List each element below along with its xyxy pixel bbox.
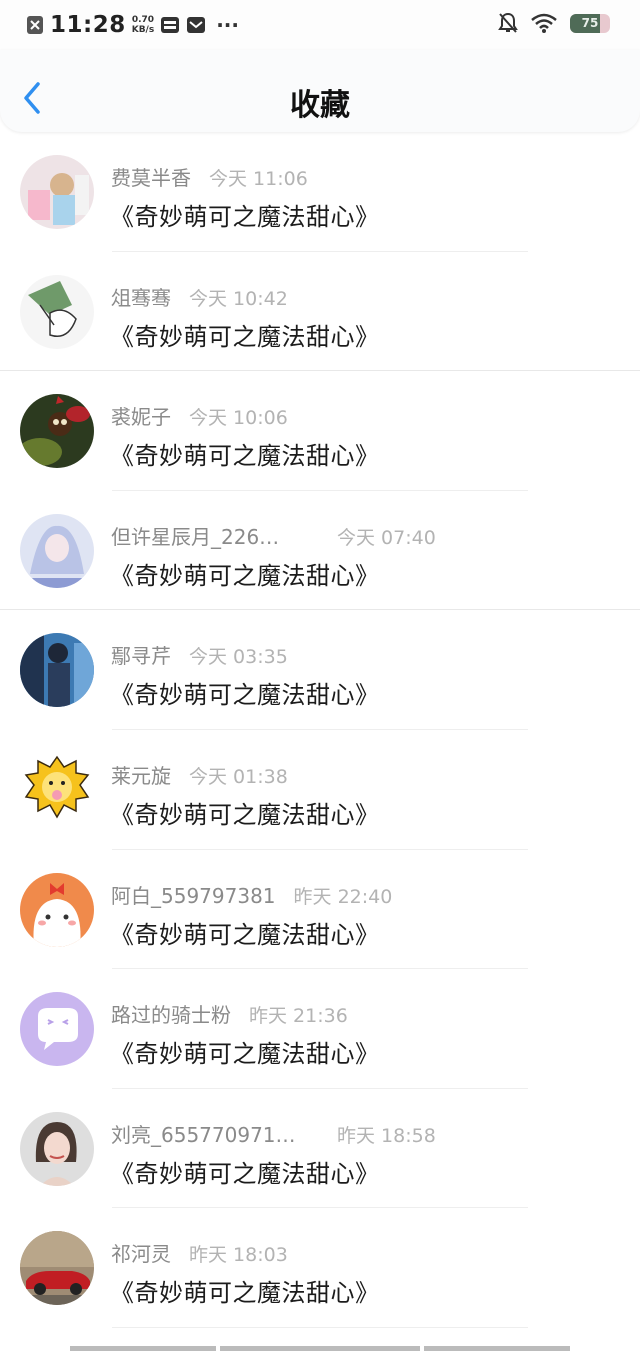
work-title[interactable]: 《奇妙萌可之魔法甜心》 bbox=[110, 1273, 380, 1308]
item-meta: 鄢寻芹 今天 03:35 bbox=[111, 640, 288, 669]
item-meta: 莱元旋 今天 01:38 bbox=[111, 760, 288, 789]
page-title: 收藏 bbox=[290, 88, 350, 123]
list-item[interactable]: 裘妮子 今天 10:06 《奇妙萌可之魔法甜心》 bbox=[0, 371, 640, 491]
item-meta: 但许星辰月_226… 今天 07:40 bbox=[111, 521, 436, 550]
timestamp: 昨天 18:03 bbox=[189, 1244, 288, 1267]
list-item[interactable]: 但许星辰月_226… 今天 07:40 《奇妙萌可之魔法甜心》 bbox=[0, 491, 640, 611]
more-notifications-icon: ··· bbox=[216, 13, 239, 37]
bell-muted-icon bbox=[498, 12, 518, 33]
status-left: 11:28 0.70 KB/s ··· bbox=[26, 12, 239, 38]
avatar[interactable] bbox=[20, 872, 94, 947]
scroll-indicator-segment bbox=[220, 1346, 420, 1351]
item-meta: 俎骞骞 今天 10:42 bbox=[111, 282, 288, 311]
favorites-list: 费莫半香 今天 11:06 《奇妙萌可之魔法甜心》 俎骞骞 今天 10:42 《… bbox=[0, 132, 640, 1328]
close-notification-icon bbox=[27, 16, 43, 34]
list-item[interactable]: 路过的骑士粉 昨天 21:36 《奇妙萌可之魔法甜心》 bbox=[0, 969, 640, 1089]
list-item[interactable]: 阿白_559797381 昨天 22:40 《奇妙萌可之魔法甜心》 bbox=[0, 850, 640, 970]
status-right: 75 bbox=[498, 12, 610, 34]
timestamp: 今天 07:40 bbox=[337, 526, 436, 549]
clock: 11:28 bbox=[50, 12, 126, 38]
work-title[interactable]: 《奇妙萌可之魔法甜心》 bbox=[110, 1034, 380, 1069]
list-item[interactable]: 刘亮_655770971… 昨天 18:58 《奇妙萌可之魔法甜心》 bbox=[0, 1089, 640, 1209]
timestamp: 昨天 21:36 bbox=[249, 1005, 348, 1028]
user-name[interactable]: 俎骞骞 bbox=[111, 282, 171, 311]
work-title[interactable]: 《奇妙萌可之魔法甜心》 bbox=[110, 675, 380, 710]
work-title[interactable]: 《奇妙萌可之魔法甜心》 bbox=[110, 915, 380, 950]
work-title[interactable]: 《奇妙萌可之魔法甜心》 bbox=[110, 197, 380, 232]
status-bar: 11:28 0.70 KB/s ··· 75 bbox=[0, 0, 640, 50]
work-title[interactable]: 《奇妙萌可之魔法甜心》 bbox=[110, 1154, 380, 1189]
list-item[interactable]: 鄢寻芹 今天 03:35 《奇妙萌可之魔法甜心》 bbox=[0, 610, 640, 730]
scroll-indicator-segment bbox=[424, 1346, 570, 1351]
item-meta: 裘妮子 今天 10:06 bbox=[111, 401, 288, 430]
timestamp: 昨天 22:40 bbox=[293, 885, 393, 908]
user-name[interactable]: 但许星辰月_226… bbox=[111, 521, 319, 550]
work-title[interactable]: 《奇妙萌可之魔法甜心》 bbox=[110, 795, 380, 830]
list-item[interactable]: 费莫半香 今天 11:06 《奇妙萌可之魔法甜心》 bbox=[0, 132, 640, 252]
item-meta: 刘亮_655770971… 昨天 18:58 bbox=[111, 1119, 436, 1148]
user-name[interactable]: 阿白_559797381 bbox=[111, 880, 276, 909]
network-speed-value: 0.70 bbox=[131, 15, 155, 25]
work-title[interactable]: 《奇妙萌可之魔法甜心》 bbox=[110, 556, 380, 591]
avatar[interactable] bbox=[20, 274, 94, 349]
network-speed: 0.70 KB/s bbox=[132, 15, 154, 35]
avatar[interactable] bbox=[20, 1231, 94, 1306]
avatar[interactable] bbox=[20, 992, 94, 1067]
list-item[interactable]: 俎骞骞 今天 10:42 《奇妙萌可之魔法甜心》 bbox=[0, 252, 640, 372]
avatar[interactable] bbox=[20, 1111, 94, 1186]
user-name[interactable]: 费莫半香 bbox=[111, 162, 191, 191]
user-name[interactable]: 路过的骑士粉 bbox=[111, 999, 231, 1028]
user-name[interactable]: 莱元旋 bbox=[111, 760, 171, 789]
timestamp: 昨天 18:58 bbox=[337, 1124, 436, 1147]
network-speed-unit: KB/s bbox=[131, 25, 155, 35]
avatar[interactable] bbox=[20, 633, 94, 708]
item-meta: 祁河灵 昨天 18:03 bbox=[111, 1238, 288, 1267]
battery-icon: 75 bbox=[570, 13, 610, 33]
list-item[interactable]: 莱元旋 今天 01:38 《奇妙萌可之魔法甜心》 bbox=[0, 730, 640, 850]
item-meta: 阿白_559797381 昨天 22:40 bbox=[111, 880, 392, 909]
avatar[interactable] bbox=[20, 155, 94, 229]
battery-level: 75 bbox=[581, 15, 599, 30]
wifi-icon bbox=[531, 13, 557, 33]
avatar[interactable] bbox=[20, 513, 94, 588]
user-name[interactable]: 刘亮_655770971… bbox=[111, 1119, 319, 1148]
nav-header: 收藏 bbox=[0, 50, 640, 132]
timestamp: 今天 10:06 bbox=[189, 407, 288, 430]
user-name[interactable]: 裘妮子 bbox=[111, 401, 171, 430]
timestamp: 今天 11:06 bbox=[209, 168, 308, 190]
user-name[interactable]: 鄢寻芹 bbox=[111, 640, 171, 669]
sim-card-icon bbox=[161, 17, 180, 33]
timestamp: 今天 01:38 bbox=[189, 765, 288, 788]
scroll-indicator bbox=[70, 1346, 570, 1351]
list-item[interactable]: 祁河灵 昨天 18:03 《奇妙萌可之魔法甜心》 bbox=[0, 1208, 640, 1328]
work-title[interactable]: 《奇妙萌可之魔法甜心》 bbox=[110, 436, 380, 471]
divider bbox=[112, 1326, 528, 1328]
item-meta: 费莫半香 今天 11:06 bbox=[111, 162, 308, 191]
avatar[interactable] bbox=[20, 394, 94, 469]
user-name[interactable]: 祁河灵 bbox=[111, 1238, 171, 1267]
scroll-indicator-segment bbox=[70, 1346, 216, 1351]
timestamp: 今天 10:42 bbox=[189, 287, 288, 310]
item-meta: 路过的骑士粉 昨天 21:36 bbox=[111, 999, 348, 1028]
work-title[interactable]: 《奇妙萌可之魔法甜心》 bbox=[110, 317, 380, 352]
timestamp: 今天 03:35 bbox=[189, 646, 288, 669]
avatar[interactable] bbox=[20, 752, 94, 827]
message-icon bbox=[187, 17, 206, 33]
